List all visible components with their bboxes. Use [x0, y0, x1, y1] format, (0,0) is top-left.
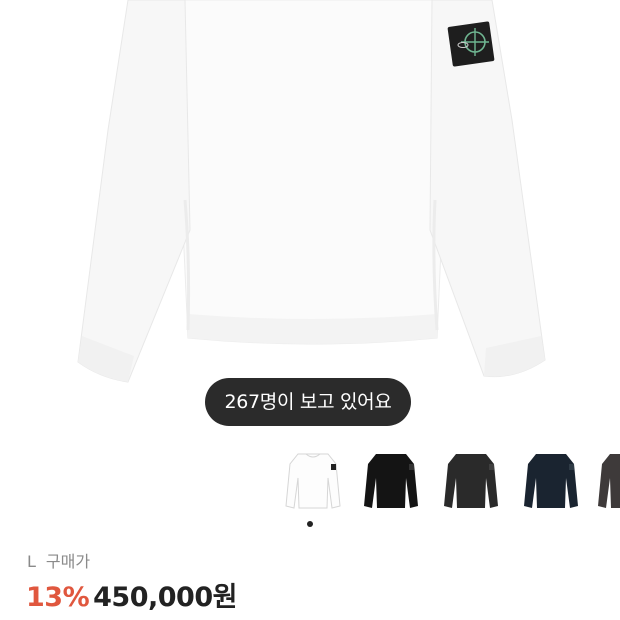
- viewers-count-toast: 267명이 보고 있어요: [205, 378, 411, 426]
- product-image[interactable]: [0, 0, 620, 400]
- discount-rate: 13%: [26, 582, 90, 613]
- image-page-indicator: [307, 521, 313, 527]
- compass-badge-icon: [447, 21, 495, 67]
- thumb-white-sweatshirt[interactable]: [280, 442, 346, 520]
- sweatshirt-illustration: [77, 0, 546, 383]
- thumb-navy-sweatshirt[interactable]: [518, 442, 584, 520]
- thumb-charcoal-sweatshirt[interactable]: [438, 442, 504, 520]
- size-value: L: [27, 552, 36, 571]
- thumb-grey-sweatshirt[interactable]: [592, 442, 620, 520]
- price-amount: 450,000원: [93, 582, 237, 613]
- size-purchase-label: L 구매가: [27, 551, 90, 573]
- color-thumbnail-strip[interactable]: [280, 442, 620, 520]
- product-detail-page: 267명이 보고 있어요 L 구매가 13% 450,000원: [0, 0, 620, 620]
- purchase-price-label: 구매가: [45, 552, 91, 571]
- thumb-black-sweatshirt[interactable]: [358, 442, 424, 520]
- price-row: 13% 450,000원: [26, 578, 237, 618]
